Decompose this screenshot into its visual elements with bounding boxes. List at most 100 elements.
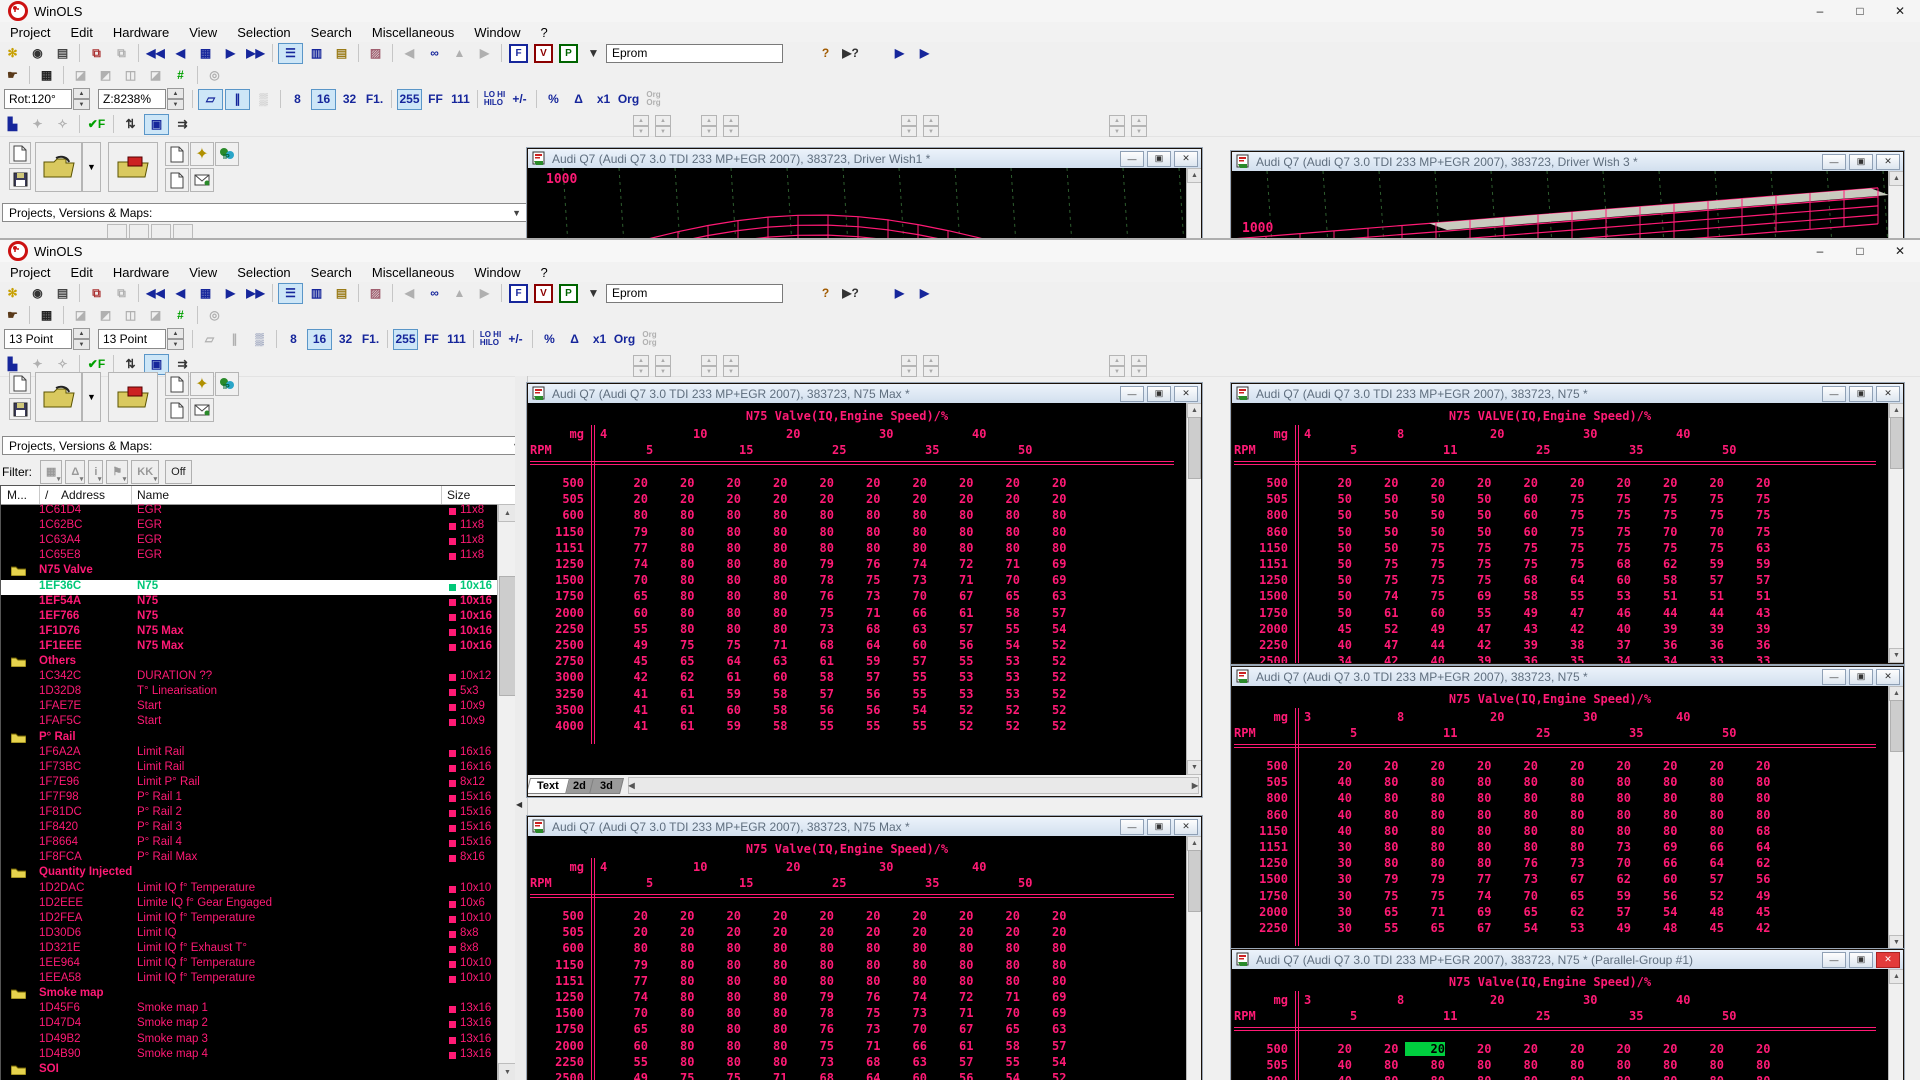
menu-[interactable]: ? [531, 23, 558, 42]
map-cell[interactable]: 65 [608, 589, 648, 603]
map-cell[interactable]: 75 [1359, 573, 1399, 587]
map-cell[interactable]: 58 [748, 703, 788, 717]
map-cell[interactable]: 20 [701, 925, 741, 939]
map-cell[interactable]: 76 [841, 990, 881, 1004]
col-marker[interactable]: M... [7, 488, 27, 502]
map-cell[interactable]: 80 [608, 508, 648, 522]
map-cell[interactable]: 80 [748, 622, 788, 636]
binoculars-icon[interactable]: ∞ [423, 43, 446, 63]
map-cell[interactable]: 53 [1545, 921, 1585, 935]
map-list-header[interactable]: M... / Address Name Size [1, 486, 516, 505]
kk-filter-icon[interactable]: KK▾ [131, 460, 159, 484]
map-cell[interactable]: 80 [1405, 824, 1445, 838]
map-cell[interactable]: 57 [1027, 606, 1067, 620]
map-cell[interactable]: 51 [1638, 589, 1678, 603]
map-cell[interactable]: 65 [980, 1022, 1020, 1036]
map-cell[interactable]: 41 [608, 687, 648, 701]
map-cell[interactable]: 60 [1498, 492, 1538, 506]
open-project-button[interactable] [35, 372, 82, 422]
map-cell[interactable]: 57 [934, 1055, 974, 1069]
map-cell[interactable]: 75 [1405, 541, 1445, 555]
map-cell[interactable]: 74 [608, 557, 648, 571]
map-cell[interactable]: 53 [980, 654, 1020, 668]
button-8[interactable]: 8 [286, 89, 309, 109]
map-table[interactable]: N75 Valve(IQ,Engine Speed)/%mgRPM4102030… [528, 836, 1186, 1080]
map-cell[interactable]: 55 [934, 654, 974, 668]
map-cell[interactable]: 80 [748, 589, 788, 603]
window-titlebar[interactable]: Audi Q7 (Audi Q7 3.0 TDI 233 MP+EGR 2007… [528, 149, 1201, 169]
map-cell[interactable]: 80 [980, 508, 1020, 522]
map-cell[interactable]: 68 [1731, 824, 1771, 838]
map-cell[interactable]: 80 [934, 525, 974, 539]
map-cell[interactable]: 80 [1638, 1074, 1678, 1080]
template-icon[interactable]: ▤ [330, 43, 353, 63]
map-cell[interactable]: 78 [794, 1006, 834, 1020]
minimize-icon[interactable]: — [1822, 669, 1846, 685]
point-spinner-1[interactable]: 13 Point▲▼ [4, 328, 90, 350]
scroll-left-icon[interactable]: ◀ [629, 781, 635, 790]
list-map-row[interactable]: 1C342CDURATION ??10x12 [1, 670, 497, 685]
map-cell[interactable]: 55 [887, 670, 927, 684]
map-cell[interactable]: 74 [1359, 589, 1399, 603]
surface-3d-icon[interactable]: ▱ [198, 89, 223, 110]
map-cell[interactable]: 75 [1638, 492, 1678, 506]
map-cell[interactable]: 75 [1545, 541, 1585, 555]
map-cell[interactable]: 20 [1312, 476, 1352, 490]
map-cell[interactable]: 20 [1359, 476, 1399, 490]
map-cell[interactable]: 67 [934, 1022, 974, 1036]
map-cell[interactable]: 36 [1731, 638, 1771, 652]
map-cell[interactable]: 80 [1498, 840, 1538, 854]
map-cell[interactable]: 40 [1405, 654, 1445, 663]
map-cell[interactable]: 54 [1498, 921, 1538, 935]
map-cell[interactable]: 58 [980, 1039, 1020, 1053]
map-cell[interactable]: 20 [1591, 1042, 1631, 1056]
list-append-icon[interactable]: ⇉ [171, 114, 194, 134]
map-cell[interactable]: 53 [1591, 589, 1631, 603]
zoom-spinner[interactable]: Z:8238%▲▼ [98, 88, 184, 110]
map-cell[interactable]: 20 [748, 492, 788, 506]
map-cell[interactable]: 20 [608, 909, 648, 923]
map-cell[interactable]: 61 [794, 654, 834, 668]
window-prev-icon[interactable]: ▶ [888, 43, 911, 63]
map-cell[interactable]: 75 [1684, 508, 1724, 522]
chip-a-icon[interactable]: ◩ [94, 305, 117, 325]
close-icon[interactable]: ✕ [1174, 151, 1198, 167]
button-+/-[interactable]: +/- [508, 89, 531, 109]
spinner-pair[interactable]: ▲▼ [1131, 115, 1147, 137]
map-cell[interactable]: 59 [1591, 889, 1631, 903]
map-cell[interactable]: 20 [608, 492, 648, 506]
map-cell[interactable]: 80 [1498, 775, 1538, 789]
map-cell[interactable]: 56 [794, 703, 834, 717]
map-cell[interactable]: 40 [1312, 775, 1352, 789]
spinner-pair[interactable]: ▲▼ [701, 355, 717, 377]
map-cell[interactable]: 80 [655, 573, 695, 587]
map-cell[interactable]: 80 [794, 941, 834, 955]
map-cell[interactable]: 42 [1545, 622, 1585, 636]
map-cell[interactable]: 42 [1359, 654, 1399, 663]
map-cell[interactable]: 80 [748, 606, 788, 620]
list-map-row[interactable]: 1EF766N7510x16 [1, 610, 497, 625]
list-folder-row[interactable]: N75 Valve [1, 564, 497, 579]
nav-back-icon[interactable]: ◀ [398, 43, 421, 63]
map-cell[interactable]: 80 [1591, 824, 1631, 838]
map-cell[interactable]: 80 [934, 941, 974, 955]
map-cell[interactable]: 80 [1452, 791, 1492, 805]
map-cell[interactable]: 73 [1498, 872, 1538, 886]
map-cell[interactable]: 39 [1498, 638, 1538, 652]
map-cell[interactable]: 68 [841, 1055, 881, 1069]
map-cell[interactable]: 80 [748, 541, 788, 555]
scroll-thumb[interactable] [499, 576, 516, 696]
map-cell[interactable]: 61 [1359, 606, 1399, 620]
map-cell[interactable]: 80 [748, 557, 788, 571]
map-cell[interactable]: 80 [701, 1039, 741, 1053]
spinner-pair[interactable]: ▲▼ [901, 355, 917, 377]
map-cell[interactable]: 80 [701, 508, 741, 522]
save-version-button[interactable] [9, 398, 31, 420]
map-cell[interactable]: 80 [841, 941, 881, 955]
menu-search[interactable]: Search [301, 263, 362, 282]
map-cell[interactable]: 63 [887, 1055, 927, 1069]
delta-filter-icon[interactable]: Δ▾ [65, 460, 85, 484]
map-cell[interactable]: 80 [748, 1039, 788, 1053]
list-map-row[interactable]: 1EEA58Limit IQ f° Temperature10x10 [1, 972, 497, 987]
list-map-row[interactable]: 1F8FCAP° Rail Max8x16 [1, 851, 497, 866]
